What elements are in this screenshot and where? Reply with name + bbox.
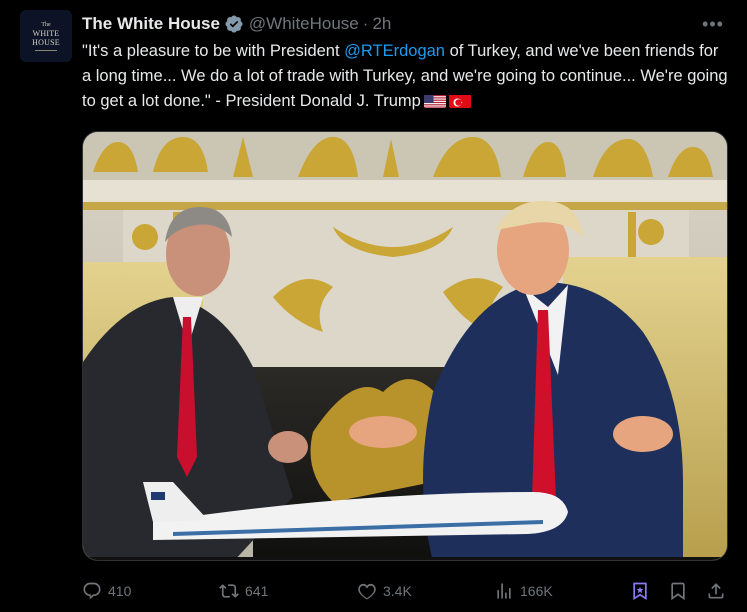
more-horizontal-icon[interactable]: ••• xyxy=(699,13,727,35)
grok-button[interactable] xyxy=(630,574,656,608)
photo-illustration xyxy=(83,132,727,560)
display-name[interactable]: The White House xyxy=(82,14,220,34)
repost-button[interactable]: 641 xyxy=(219,574,268,608)
share-button[interactable] xyxy=(706,574,732,608)
share-icon xyxy=(708,583,724,599)
us-flag-icon xyxy=(423,93,446,108)
repost-count: 641 xyxy=(245,583,269,599)
reply-icon xyxy=(83,582,101,600)
action-bar: 410 641 3.4K 166K xyxy=(82,574,732,608)
avatar-divider xyxy=(35,49,57,51)
mention-link[interactable]: @RTErdogan xyxy=(344,42,445,60)
tweet-text: "It's a pleasure to be with President @R… xyxy=(82,39,732,114)
tweet-photo[interactable] xyxy=(82,131,728,561)
grok-bookmark-icon xyxy=(633,582,647,601)
handle[interactable]: @WhiteHouse xyxy=(249,14,359,34)
reply-count: 410 xyxy=(108,583,132,599)
avatar-text-line2: HOUSE xyxy=(32,37,60,47)
like-count: 3.4K xyxy=(383,583,412,599)
like-button[interactable]: 3.4K xyxy=(357,574,412,608)
verified-badge-icon[interactable] xyxy=(224,14,244,34)
tweet[interactable]: The WHITE HOUSE The White House @WhiteHo… xyxy=(0,0,747,612)
analytics-icon xyxy=(497,583,511,599)
reply-button[interactable]: 410 xyxy=(82,574,131,608)
avatar[interactable]: The WHITE HOUSE xyxy=(20,10,72,62)
avatar-text-top: The xyxy=(41,21,51,28)
views-button[interactable]: 166K xyxy=(494,574,553,608)
avatar-text-line1: WHITE xyxy=(32,28,60,38)
heart-icon xyxy=(358,583,376,600)
timestamp[interactable]: 2h xyxy=(372,14,391,34)
bookmark-icon xyxy=(671,582,685,601)
bookmark-button[interactable] xyxy=(668,574,694,608)
separator-dot: · xyxy=(362,14,369,33)
views-count: 166K xyxy=(520,583,553,599)
tweet-text-part1: "It's a pleasure to be with President xyxy=(82,42,345,60)
repost-icon xyxy=(219,584,239,598)
turkey-flag-icon xyxy=(448,93,471,108)
tweet-header: The White House @WhiteHouse · 2h ••• xyxy=(82,13,727,35)
